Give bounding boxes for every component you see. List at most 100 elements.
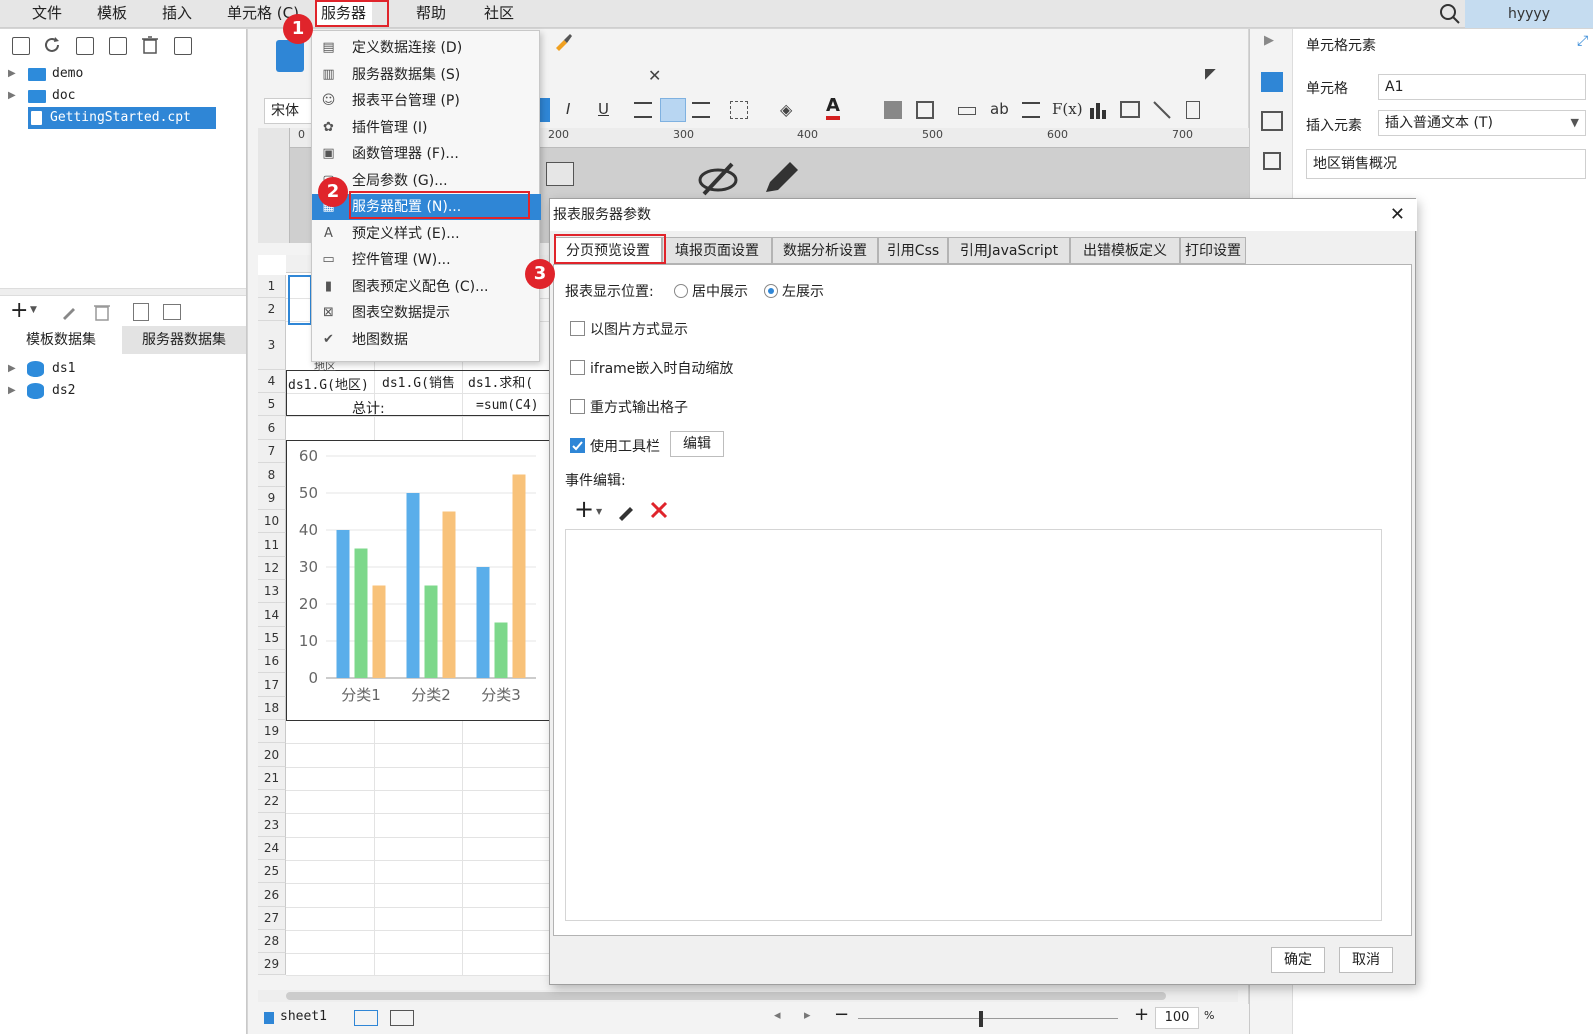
dropdown-arrow-icon[interactable]: ▼ — [30, 305, 37, 315]
menu-item-4[interactable]: ✿ 插件管理 (I) — [312, 115, 541, 141]
row-header[interactable]: 29 — [258, 953, 286, 975]
table-icon[interactable] — [916, 101, 934, 119]
tab-7[interactable]: 打印设置 — [1180, 237, 1246, 264]
row-header[interactable]: 19 — [258, 720, 286, 743]
menu-help[interactable]: 帮助 — [416, 0, 446, 26]
row-header[interactable]: 5 — [258, 393, 286, 416]
widget-icon[interactable] — [546, 162, 574, 186]
dataset-item-ds2[interactable]: ▶ ds2 — [0, 380, 246, 402]
tree-item-doc[interactable]: ▶ doc — [0, 85, 246, 107]
pencil-icon[interactable] — [760, 160, 800, 196]
row-header[interactable]: 8 — [258, 463, 286, 487]
row-header[interactable]: 1 — [258, 275, 286, 298]
flag-icon[interactable]: ◤ — [1205, 66, 1216, 82]
row-header[interactable]: 11 — [258, 533, 286, 557]
dataset-edit-icon[interactable] — [163, 304, 181, 320]
row-header[interactable]: 25 — [258, 860, 286, 883]
add-icon[interactable]: + — [10, 299, 28, 323]
preview-icon[interactable] — [133, 303, 149, 321]
row-header[interactable]: 14 — [258, 603, 286, 627]
add-event-icon[interactable]: + — [574, 497, 594, 521]
add-sheet-icon[interactable] — [354, 1010, 378, 1026]
delete-icon[interactable] — [93, 302, 111, 322]
row-header[interactable]: 16 — [258, 650, 286, 673]
close-icon[interactable]: ✕ — [1390, 199, 1405, 231]
tab-2[interactable]: 填报页面设置 — [662, 237, 772, 264]
row-header[interactable]: 22 — [258, 790, 286, 813]
zoom-in-icon[interactable]: + — [1134, 1004, 1149, 1025]
menu-item-12[interactable]: ✔ 地图数据 — [312, 327, 541, 353]
bar-2-3[interactable] — [442, 511, 456, 679]
zoom-slider[interactable] — [858, 1018, 1118, 1019]
row-header[interactable]: 13 — [258, 580, 286, 603]
menu-item-1[interactable]: ▤ 定义数据连接 (D) — [312, 35, 541, 61]
cell-b5[interactable]: 总计: — [352, 398, 385, 418]
checkbox-iframe-scale[interactable] — [570, 360, 585, 375]
selected-cell[interactable] — [288, 275, 312, 325]
row-header[interactable]: 10 — [258, 510, 286, 533]
cell-b4[interactable]: ds1.G(销售 — [382, 372, 455, 391]
menu-file[interactable]: 文件 — [32, 0, 62, 26]
checkbox-output-cells[interactable] — [570, 399, 585, 414]
align-center-icon[interactable] — [660, 98, 686, 122]
edit-icon[interactable] — [60, 303, 78, 321]
cancel-button[interactable]: 取消 — [1339, 947, 1393, 973]
cell-element-icon[interactable] — [1261, 72, 1283, 92]
menu-item-11[interactable]: ⊠ 图表空数据提示 — [312, 300, 541, 326]
radio-left[interactable] — [764, 284, 778, 298]
cell-style-icon[interactable] — [884, 101, 902, 119]
bar-2-2[interactable] — [424, 585, 438, 679]
new-folder-icon[interactable] — [12, 37, 30, 55]
row-header[interactable]: 2 — [258, 298, 286, 321]
row-header[interactable]: 15 — [258, 627, 286, 650]
bar-1-3[interactable] — [372, 585, 386, 679]
content-field[interactable]: 地区销售概况 — [1306, 149, 1586, 179]
report-icon[interactable] — [276, 40, 304, 72]
event-list[interactable] — [565, 529, 1382, 921]
dataset-item-ds1[interactable]: ▶ ds1 — [0, 358, 246, 380]
expand-arrow-icon[interactable]: ▶ — [8, 358, 16, 380]
cell-c4[interactable]: ds1.求和( — [468, 372, 533, 391]
checkbox-use-toolbar[interactable] — [570, 438, 585, 453]
row-header[interactable]: 7 — [258, 440, 286, 463]
menu-item-3[interactable]: ☺ 报表平台管理 (P) — [312, 88, 541, 114]
prev-icon[interactable]: ◂ — [774, 1008, 781, 1023]
expand-arrow-icon[interactable]: ▶ — [8, 85, 16, 107]
menu-item-5[interactable]: ▣ 函数管理器 (F)... — [312, 141, 541, 167]
align-right-icon[interactable] — [692, 102, 710, 118]
cell-c5[interactable]: =sum(C4) — [476, 398, 539, 413]
zoom-out-icon[interactable]: − — [834, 1004, 849, 1025]
menu-item-2[interactable]: ▥ 服务器数据集 (S) — [312, 62, 541, 88]
zoom-thumb[interactable] — [979, 1011, 983, 1027]
row-header[interactable]: 23 — [258, 813, 286, 837]
expand-icon[interactable]: ⤢ — [1577, 33, 1588, 49]
align-left-icon[interactable] — [634, 102, 652, 118]
page-icon[interactable] — [1186, 101, 1200, 119]
delete-icon[interactable] — [141, 35, 159, 55]
hide-eye-icon[interactable] — [696, 160, 740, 196]
bold-active-icon[interactable] — [540, 98, 550, 122]
delete-event-icon[interactable] — [650, 501, 668, 519]
tab-server-dataset[interactable]: 服务器数据集 — [122, 326, 246, 354]
row-header[interactable]: 4 — [258, 370, 286, 393]
menu-template[interactable]: 模板 — [97, 0, 127, 26]
radio-center[interactable] — [674, 284, 688, 298]
panel-splitter[interactable] — [0, 288, 246, 296]
bar-chart[interactable]: 0 10 20 30 40 50 60 分类1 分类2 分类3 — [286, 440, 556, 722]
add-report-sheet-icon[interactable] — [390, 1010, 414, 1026]
expand-arrow-icon[interactable]: ▶ — [8, 63, 16, 85]
row-header[interactable]: 28 — [258, 930, 286, 953]
row-header[interactable]: 20 — [258, 743, 286, 767]
settings-icon[interactable] — [109, 37, 127, 55]
merge-icon[interactable] — [958, 107, 976, 115]
row-header[interactable]: 18 — [258, 697, 286, 720]
image-icon[interactable] — [1120, 101, 1140, 118]
chart-icon[interactable] — [1088, 100, 1108, 120]
row-header[interactable]: 6 — [258, 416, 286, 440]
spreadsheet[interactable]: 1 2 3 4 5 6 7 8 9 10 11 12 13 14 15 16 17 18 19 20 21 22 23 24 2… — [258, 255, 556, 976]
underline-button[interactable]: U — [598, 100, 609, 118]
row-header[interactable]: 27 — [258, 907, 286, 930]
chevron-down-icon[interactable]: ▼ — [1571, 111, 1579, 135]
expand-arrow-icon[interactable]: ▶ — [8, 380, 16, 402]
menu-community[interactable]: 社区 — [484, 0, 514, 26]
